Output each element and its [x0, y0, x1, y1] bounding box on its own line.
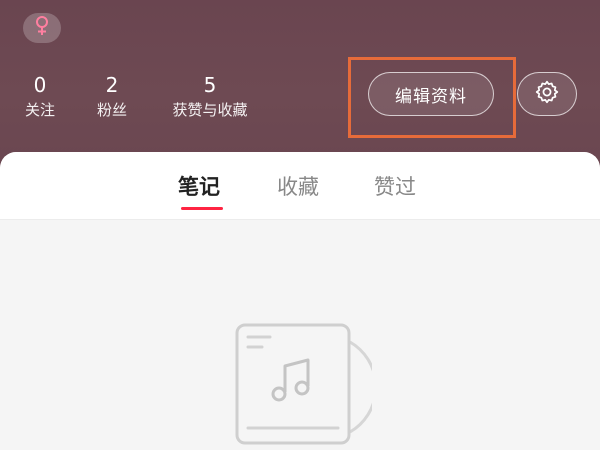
fans-label: 粉丝	[96, 101, 127, 119]
edit-profile-button[interactable]: 编辑资料	[368, 72, 494, 116]
stat-likes[interactable]: 5 获赞与收藏	[164, 74, 256, 120]
following-label: 关注	[24, 101, 55, 119]
tab-bar: 笔记 收藏 赞过	[0, 152, 600, 220]
following-count: 0	[33, 73, 47, 97]
stat-following[interactable]: 0 关注	[22, 74, 58, 120]
stat-fans[interactable]: 2 粉丝	[94, 74, 130, 120]
gear-icon	[534, 79, 560, 109]
tab-notes[interactable]: 笔记	[178, 174, 220, 200]
tab-collections[interactable]: 收藏	[277, 174, 319, 200]
music-album-icon	[232, 322, 378, 450]
settings-button[interactable]	[517, 72, 577, 116]
likes-label: 获赞与收藏	[172, 101, 248, 119]
gender-badge	[23, 13, 61, 43]
profile-header: 0 关注 2 粉丝 5 获赞与收藏 编辑资料	[0, 0, 600, 175]
active-tab-indicator	[181, 207, 223, 210]
likes-count: 5	[203, 73, 217, 97]
content-panel: 笔记 收藏 赞过	[0, 152, 600, 450]
tab-liked[interactable]: 赞过	[374, 174, 416, 200]
female-symbol-icon	[33, 15, 51, 41]
fans-count: 2	[105, 73, 119, 97]
